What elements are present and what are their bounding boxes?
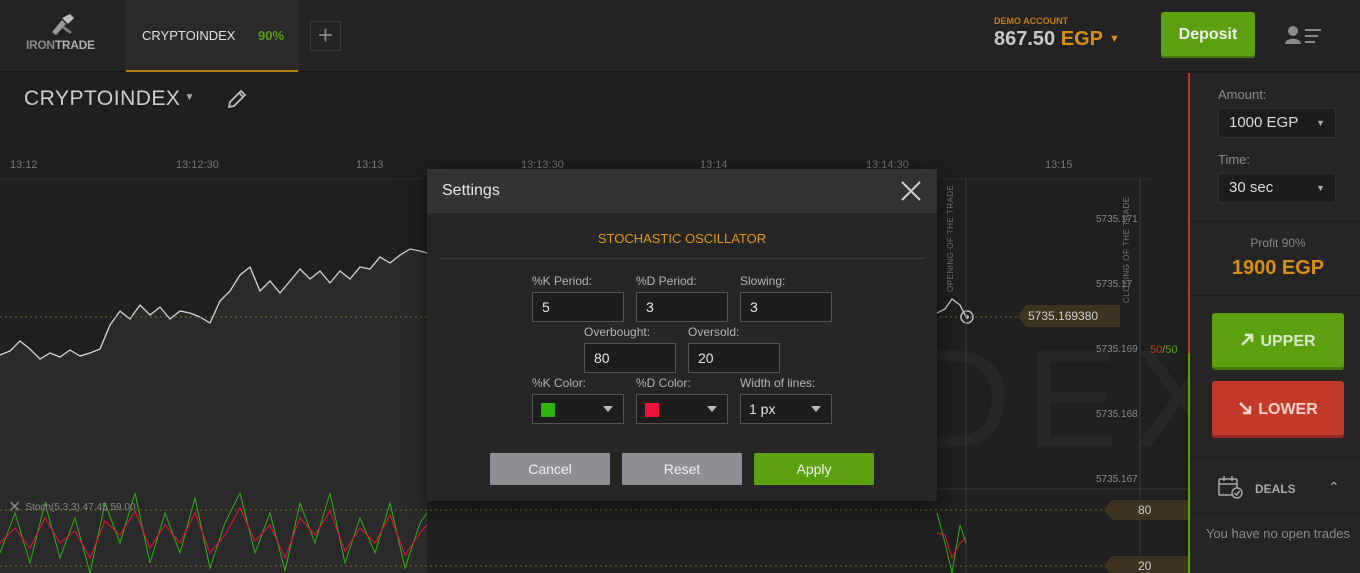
overbought-label: Overbought:	[584, 325, 651, 339]
chevron-down-icon: ▼	[184, 92, 195, 103]
overbought-input[interactable]: 80	[584, 343, 676, 373]
oversold-input[interactable]: 20	[688, 343, 780, 373]
balance-currency: EGP	[1060, 28, 1103, 50]
logo[interactable]: IRONTRADE	[26, 14, 98, 54]
asset-tab-payout: 90%	[258, 28, 285, 43]
stoch-level-low: 20	[1104, 556, 1188, 573]
k-period-label: %K Period:	[532, 274, 593, 288]
oversold-label: Oversold:	[688, 325, 740, 339]
price-axis-label: 5735.168	[1096, 409, 1138, 420]
asset-tab-cryptoindex[interactable]: CRYPTOINDEX 90%	[126, 0, 298, 72]
arrow-up-right-icon	[1241, 333, 1254, 346]
deals-toggle[interactable]: DEALS ⌃	[1218, 475, 1340, 501]
profit-value: 1900 EGP	[1231, 257, 1325, 279]
user-menu-icon[interactable]	[1284, 24, 1324, 48]
time-axis-label: 13:12:30	[176, 159, 219, 171]
top-bar: IRONTRADE CRYPTOINDEX 90% + DEMO ACCOUNT…	[0, 0, 1360, 72]
apply-button[interactable]: Apply	[754, 453, 874, 485]
time-axis-label: 13:13	[356, 159, 384, 171]
line-width-label: Width of lines:	[740, 376, 816, 390]
divider	[1190, 295, 1360, 296]
time-axis-label: 13:15	[1045, 159, 1073, 171]
time-axis-label: 13:12	[10, 159, 38, 171]
k-period-input[interactable]: 5	[532, 292, 624, 322]
price-axis-label: 5735.169	[1096, 344, 1138, 355]
k-color-label: %K Color:	[532, 376, 587, 390]
slowing-label: Slowing:	[740, 274, 786, 288]
reset-button[interactable]: Reset	[622, 453, 742, 485]
amount-select[interactable]: 1000 EGP ▼	[1218, 108, 1336, 138]
d-color-select[interactable]	[636, 394, 728, 424]
no-trades-message: You have no open trades	[1205, 526, 1351, 541]
deposit-button[interactable]: Deposit	[1161, 12, 1255, 58]
chevron-down-icon	[811, 406, 821, 412]
arrow-down-right-icon	[1239, 402, 1252, 415]
d-period-input[interactable]: 3	[636, 292, 728, 322]
price-axis-label: 5735.167	[1096, 474, 1138, 485]
upper-button[interactable]: UPPER	[1212, 313, 1344, 370]
opening-trade-label: OPENING OF THE TRADE	[946, 184, 955, 293]
account-balance: 867.50 EGP ▼	[994, 28, 1120, 51]
price-axis-label: 5735.171	[1096, 214, 1138, 225]
account-selector[interactable]: DEMO ACCOUNT 867.50 EGP ▼	[994, 16, 1120, 51]
time-label: Time:	[1218, 152, 1251, 167]
asset-title: CRYPTOINDEX	[24, 87, 181, 110]
remove-indicator-icon[interactable]: ✕	[8, 499, 21, 516]
dialog-header: Settings	[427, 169, 937, 213]
sentiment-ratio: 50/50	[1150, 344, 1178, 356]
chevron-down-icon: ▼	[1316, 118, 1325, 128]
closing-trade-label: CLOSING OF THE TRADE	[1122, 196, 1131, 303]
divider	[439, 258, 925, 259]
stoch-indicator-label: ✕ Stoch(5,3,3) 47.45 59.00	[8, 499, 136, 516]
asset-tab-name: CRYPTOINDEX	[142, 28, 236, 43]
chevron-down-icon: ▼	[1316, 183, 1325, 193]
amount-label: Amount:	[1218, 87, 1267, 102]
stoch-level-high: 80	[1104, 500, 1188, 520]
d-color-swatch	[645, 403, 659, 417]
d-period-label: %D Period:	[636, 274, 697, 288]
divider	[1190, 513, 1360, 514]
dialog-title: Settings	[442, 182, 500, 199]
cancel-button[interactable]: Cancel	[490, 453, 610, 485]
lower-button[interactable]: LOWER	[1212, 381, 1344, 438]
deals-label: DEALS	[1255, 482, 1296, 496]
time-select[interactable]: 30 sec ▼	[1218, 173, 1336, 203]
balance-amount: 867.50	[994, 28, 1056, 50]
slowing-input[interactable]: 3	[740, 292, 832, 322]
edit-pencil-icon[interactable]	[226, 88, 248, 110]
current-price-flag: 5735.169380	[1018, 305, 1120, 327]
logo-icon	[52, 14, 74, 35]
profit-label: Profit 90%	[1250, 236, 1306, 250]
logo-text: IRONTRADE	[26, 38, 95, 52]
line-width-select[interactable]: 1 px	[740, 394, 832, 424]
divider	[1190, 221, 1360, 222]
account-type-label: DEMO ACCOUNT	[994, 16, 1069, 26]
asset-selector[interactable]: CRYPTOINDEX ▼	[24, 87, 195, 111]
divider	[1190, 457, 1360, 458]
k-color-select[interactable]	[532, 394, 624, 424]
settings-dialog: Settings STOCHASTIC OSCILLATOR %K Period…	[427, 169, 937, 501]
k-color-swatch	[541, 403, 555, 417]
trade-panel: Amount: 1000 EGP ▼ Time: 30 sec ▼ Profit 9…	[1190, 73, 1360, 573]
close-icon[interactable]	[899, 179, 923, 203]
chevron-up-icon: ⌃	[1328, 479, 1340, 495]
chevron-down-icon: ▼	[1108, 33, 1120, 45]
chevron-down-icon	[707, 406, 717, 412]
indicator-name: STOCHASTIC OSCILLATOR	[597, 231, 767, 246]
calendar-check-icon	[1218, 476, 1243, 499]
add-asset-tab-button[interactable]: +	[310, 21, 341, 51]
chevron-down-icon	[603, 406, 613, 412]
d-color-label: %D Color:	[636, 376, 691, 390]
